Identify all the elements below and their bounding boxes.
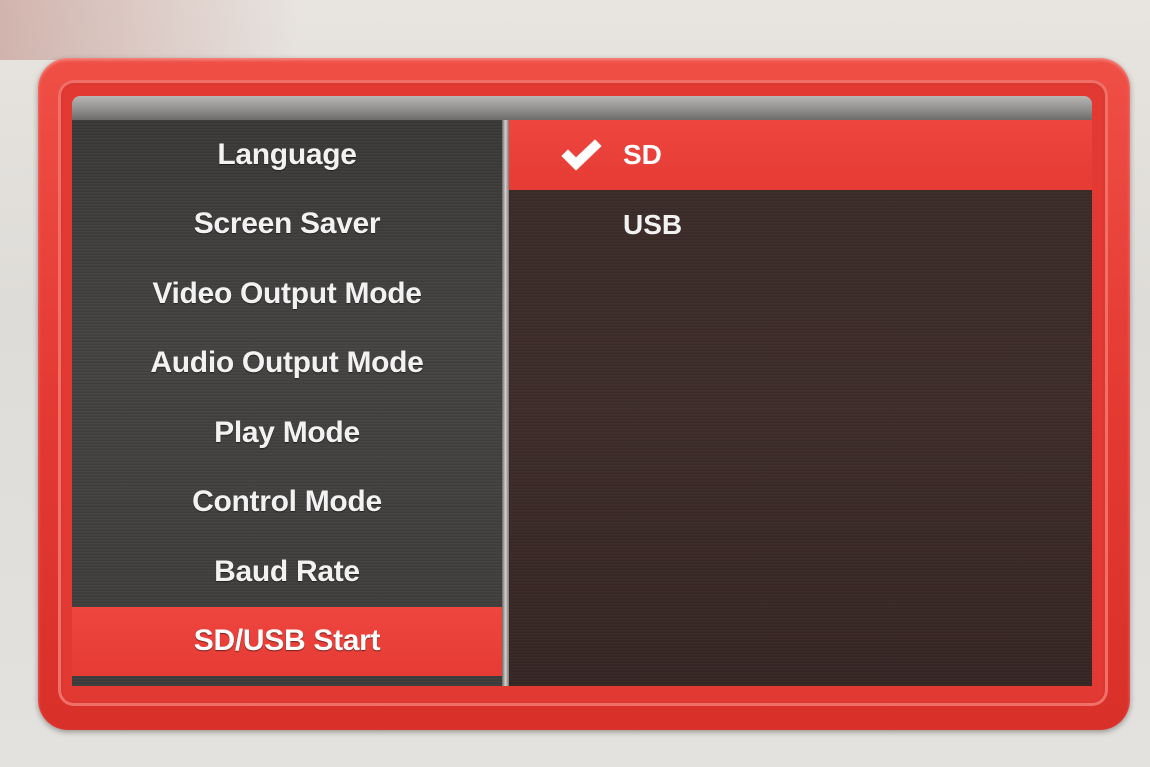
check-placeholder	[559, 205, 603, 245]
panel-divider	[502, 120, 509, 686]
option-sd[interactable]: SD	[509, 120, 1092, 190]
option-label: SD	[623, 139, 662, 170]
menu-item-audio-output-mode[interactable]: Audio Output Mode	[72, 329, 502, 399]
menu-frame: Language Screen Saver Video Output Mode …	[38, 58, 1130, 730]
menu-top-bar	[72, 96, 1092, 120]
menu-item-baud-rate[interactable]: Baud Rate	[72, 537, 502, 607]
menu-item-language[interactable]: Language	[72, 120, 502, 190]
tv-screen: Language Screen Saver Video Output Mode …	[0, 0, 1150, 767]
menu-item-video-output-mode[interactable]: Video Output Mode	[72, 259, 502, 329]
menu-item-sd-usb-start[interactable]: SD/USB Start	[72, 606, 502, 676]
ambient-glow	[0, 0, 300, 60]
settings-panel: Language Screen Saver Video Output Mode …	[72, 120, 1092, 686]
settings-menu: Language Screen Saver Video Output Mode …	[72, 120, 502, 686]
option-usb[interactable]: USB	[509, 190, 1092, 260]
option-label: USB	[623, 209, 683, 240]
options-pane: SD USB	[509, 120, 1092, 686]
menu-item-play-mode[interactable]: Play Mode	[72, 398, 502, 468]
menu-item-control-mode[interactable]: Control Mode	[72, 468, 502, 538]
menu-item-screen-saver[interactable]: Screen Saver	[72, 190, 502, 260]
checkmark-icon	[559, 135, 603, 175]
